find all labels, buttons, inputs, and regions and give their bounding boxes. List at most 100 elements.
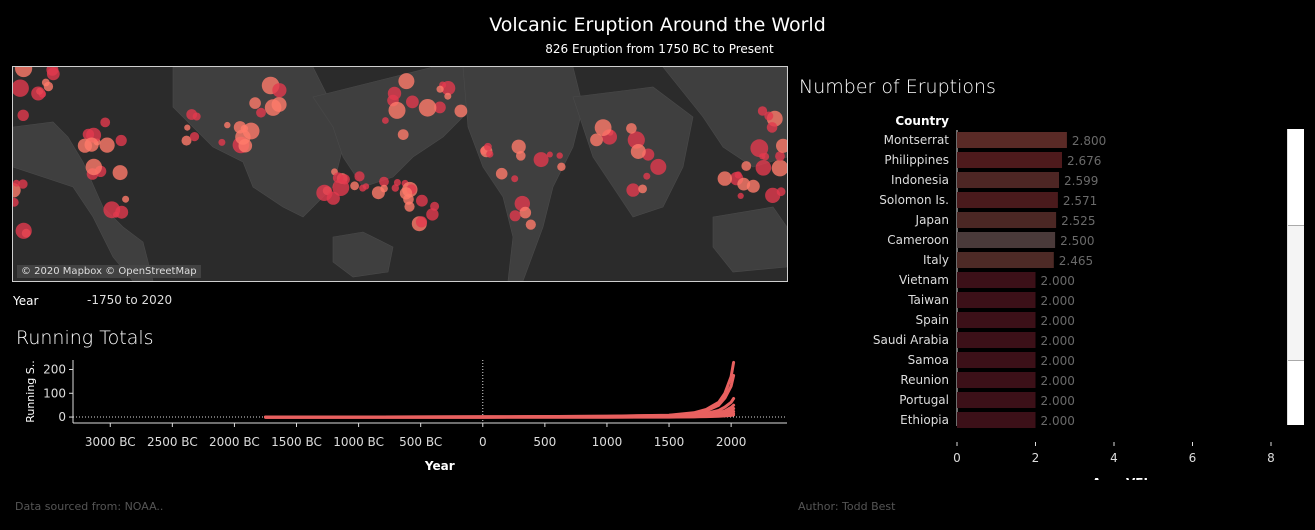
vei-bar[interactable]: [957, 172, 1059, 188]
vei-bar[interactable]: [957, 332, 1036, 348]
eruption-point[interactable]: [404, 201, 415, 212]
eruption-map[interactable]: © 2020 Mapbox © OpenStreetMap: [12, 66, 788, 282]
eruption-point[interactable]: [734, 171, 742, 179]
eruption-point[interactable]: [426, 208, 439, 221]
eruption-point[interactable]: [387, 86, 402, 101]
eruption-point[interactable]: [388, 101, 406, 119]
eruptions-bar-chart[interactable]: Country Montserrat 2.800 Philippines 2.676 In…: [795, 110, 1285, 480]
eruption-point[interactable]: [755, 160, 772, 176]
eruption-point[interactable]: [444, 92, 452, 100]
eruption-point[interactable]: [112, 165, 128, 181]
eruption-point[interactable]: [359, 184, 367, 192]
map-attribution[interactable]: © 2020 Mapbox © OpenStreetMap: [17, 265, 201, 278]
vei-bar[interactable]: [957, 272, 1036, 288]
eruption-point[interactable]: [511, 175, 519, 183]
eruption-point[interactable]: [765, 187, 781, 203]
eruption-point[interactable]: [99, 137, 115, 153]
eruption-point[interactable]: [771, 159, 787, 177]
vei-bar[interactable]: [957, 392, 1036, 408]
eruption-point[interactable]: [186, 109, 198, 120]
eruption-point[interactable]: [84, 137, 99, 152]
eruption-point[interactable]: [626, 123, 637, 134]
eruption-point[interactable]: [249, 97, 261, 109]
map-canvas[interactable]: [13, 67, 787, 281]
eruption-point[interactable]: [218, 138, 226, 146]
eruption-point[interactable]: [115, 134, 127, 147]
eruption-point[interactable]: [354, 171, 365, 182]
eruption-point[interactable]: [406, 95, 419, 109]
eruption-point[interactable]: [393, 179, 401, 186]
eruption-point[interactable]: [546, 151, 553, 158]
eruption-point[interactable]: [766, 122, 778, 133]
eruption-point[interactable]: [238, 138, 253, 153]
eruption-point[interactable]: [638, 184, 647, 194]
eruption-point[interactable]: [418, 99, 437, 117]
eruption-point[interactable]: [737, 192, 744, 199]
vei-bar[interactable]: [957, 412, 1036, 428]
eruption-point[interactable]: [717, 171, 732, 186]
eruption-point[interactable]: [122, 195, 130, 203]
vei-bar[interactable]: [957, 192, 1058, 208]
eruption-point[interactable]: [416, 194, 428, 207]
vei-bar[interactable]: [957, 212, 1057, 228]
eruption-point[interactable]: [18, 179, 28, 189]
running-total-line[interactable]: [264, 360, 736, 419]
scrollbar-thumb[interactable]: [1288, 225, 1304, 361]
eruption-point[interactable]: [15, 222, 32, 239]
eruption-point[interactable]: [519, 206, 532, 219]
eruption-point[interactable]: [737, 177, 751, 191]
bar-chart-scrollbar[interactable]: [1287, 129, 1304, 425]
eruption-point[interactable]: [630, 144, 646, 159]
vei-bar[interactable]: [957, 132, 1067, 148]
eruption-point[interactable]: [264, 99, 282, 116]
eruption-point[interactable]: [224, 121, 231, 129]
eruption-point[interactable]: [100, 117, 111, 128]
vei-bar[interactable]: [957, 252, 1054, 268]
eruption-point[interactable]: [436, 85, 444, 93]
eruption-point[interactable]: [13, 79, 29, 97]
eruption-point[interactable]: [31, 86, 46, 101]
eruption-point[interactable]: [272, 83, 287, 98]
eruption-point[interactable]: [495, 167, 508, 180]
eruption-point[interactable]: [41, 78, 50, 87]
eruption-point[interactable]: [397, 129, 409, 140]
eruption-point[interactable]: [484, 142, 492, 151]
eruption-point[interactable]: [380, 184, 388, 193]
eruption-point[interactable]: [256, 107, 266, 118]
vei-bar[interactable]: [957, 292, 1036, 308]
running-totals-chart[interactable]: 0 100 200 3000 BC 2500 BC 2000 BC 1500 BC 1000 …: [0, 350, 795, 480]
eruption-point[interactable]: [382, 117, 389, 124]
eruption-point[interactable]: [189, 132, 200, 142]
eruption-point[interactable]: [15, 67, 33, 78]
eruption-point[interactable]: [557, 162, 566, 171]
eruption-point[interactable]: [339, 174, 350, 185]
vei-bar[interactable]: [957, 372, 1036, 388]
eruption-point[interactable]: [533, 152, 549, 168]
eruption-point[interactable]: [750, 139, 769, 158]
eruption-point[interactable]: [103, 201, 121, 219]
eruption-point[interactable]: [741, 161, 752, 171]
running-total-line[interactable]: [264, 374, 736, 419]
eruption-point[interactable]: [13, 197, 19, 207]
eruption-point[interactable]: [594, 119, 612, 136]
eruption-point[interactable]: [454, 104, 468, 118]
vei-bar[interactable]: [957, 352, 1036, 368]
eruption-point[interactable]: [316, 184, 333, 201]
eruption-point[interactable]: [757, 106, 768, 116]
eruption-point[interactable]: [398, 73, 415, 90]
eruption-point[interactable]: [350, 181, 359, 191]
eruption-point[interactable]: [590, 133, 603, 147]
eruption-point[interactable]: [525, 219, 536, 230]
year-filter-value[interactable]: -1750 to 2020: [87, 293, 172, 307]
eruption-point[interactable]: [486, 150, 494, 158]
eruption-point[interactable]: [17, 109, 29, 121]
eruption-point[interactable]: [46, 67, 60, 81]
eruption-point[interactable]: [415, 216, 428, 228]
vei-bar[interactable]: [957, 312, 1036, 328]
eruption-point[interactable]: [509, 210, 521, 222]
eruption-point[interactable]: [399, 187, 413, 200]
eruption-point[interactable]: [643, 172, 651, 180]
eruption-point[interactable]: [511, 139, 526, 154]
eruption-point[interactable]: [650, 158, 667, 175]
vei-bar[interactable]: [957, 152, 1062, 168]
